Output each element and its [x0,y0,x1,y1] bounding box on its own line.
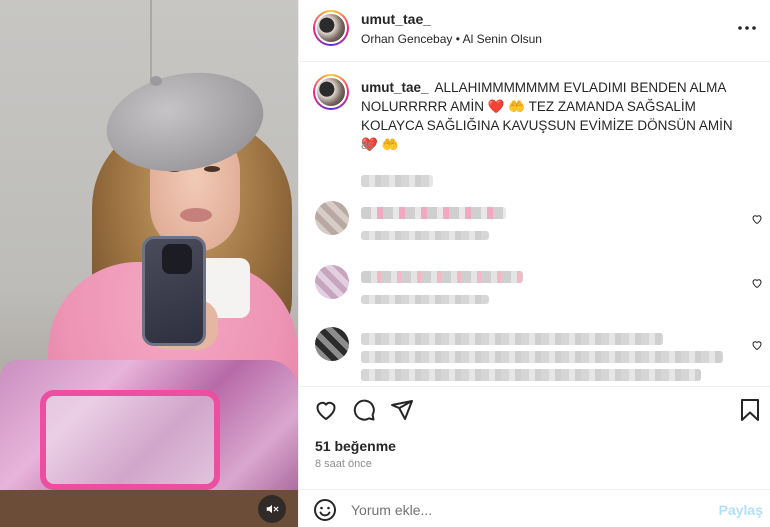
avatar[interactable] [313,10,349,46]
bookmark-icon [741,399,759,421]
photo-lips [180,208,212,222]
blurred-comment [361,351,723,363]
comment-icon [353,399,375,421]
heart-outline-icon [752,341,762,351]
blurred-comment [361,207,506,219]
post-media[interactable] [0,0,298,527]
comments-list[interactable] [299,165,770,387]
caption: umut_tae_ ALLAHIMMMMMMM EVLADIMI BENDEN … [361,78,741,154]
post-header: umut_tae_ Orhan Gencebay • Al Senin Olsu… [299,0,770,62]
add-comment-bar: Paylaş [299,489,770,527]
post-panel: umut_tae_ Orhan Gencebay • Al Senin Olsu… [298,0,770,527]
caption-username[interactable]: umut_tae_ [361,80,429,95]
comment-like-button[interactable] [749,337,765,353]
photo-phone-camera [162,244,192,274]
photo-clear-pouch [40,390,220,490]
heart-outline-icon [752,215,762,225]
heart-icon [316,401,336,420]
blurred-avatar[interactable] [315,265,349,299]
blurred-comment [361,369,701,381]
more-options-button[interactable] [735,16,759,40]
save-button[interactable] [737,397,763,423]
like-button[interactable] [313,397,339,423]
mute-button[interactable] [258,495,286,523]
caption-avatar[interactable] [313,74,349,110]
blurred-avatar[interactable] [315,201,349,235]
photo-table [0,490,298,527]
caption-time: 8s [361,138,374,152]
blurred-avatar[interactable] [315,327,349,361]
blurred-meta [361,295,489,304]
post-timestamp[interactable]: 8 saat önce [315,458,372,470]
comment-input[interactable] [351,498,691,522]
share-button[interactable] [389,397,415,423]
more-horizontal-icon [738,26,756,30]
audio-link[interactable]: Orhan Gencebay • Al Senin Olsun [361,32,542,46]
photo-beret-tip [150,76,162,86]
blurred-meta [361,231,489,240]
blurred-text [361,175,433,187]
comment-like-button[interactable] [749,275,765,291]
photo-eye-right [204,166,220,172]
blurred-comment [361,333,663,345]
muted-speaker-icon [266,504,279,514]
header-username[interactable]: umut_tae_ [361,11,431,27]
blurred-comment [361,271,523,283]
comment-button[interactable] [351,397,377,423]
share-icon [391,400,413,420]
action-bar [299,386,770,430]
emoji-icon [314,499,336,521]
likes-count[interactable]: 51 beğenme [315,438,396,454]
emoji-button[interactable] [313,498,339,524]
post-comment-button[interactable]: Paylaş [719,502,763,518]
comment-like-button[interactable] [749,211,765,227]
heart-outline-icon [752,279,762,289]
